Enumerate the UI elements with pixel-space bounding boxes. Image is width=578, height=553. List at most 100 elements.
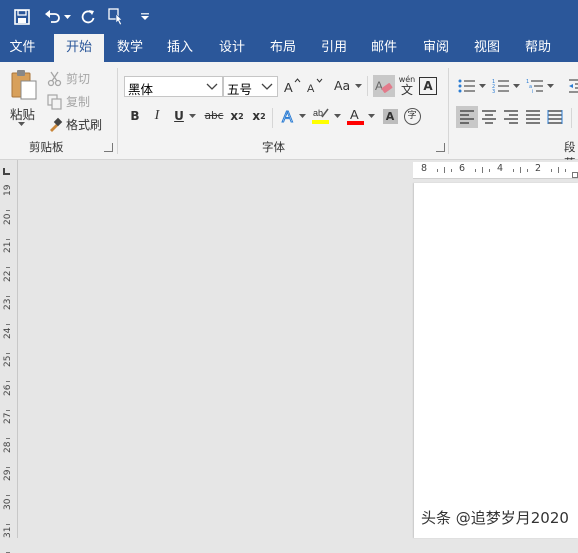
highlight-dropdown-icon[interactable] [332, 106, 342, 126]
ruler-tick [475, 169, 476, 172]
font-color-icon[interactable]: A [346, 106, 366, 126]
tab-file[interactable]: 文件 [0, 34, 45, 62]
ruler-number: 26 [3, 384, 13, 396]
align-left-icon[interactable] [456, 106, 478, 128]
italic-icon[interactable]: I [147, 106, 167, 126]
ruler-number: 28 [3, 441, 13, 453]
ruler-number: 2 [535, 163, 542, 174]
tab-review[interactable]: 审阅 [414, 34, 458, 62]
tab-math[interactable]: 数学 [108, 34, 152, 62]
ruler-number: 23 [3, 298, 13, 310]
ruler-tick [6, 523, 10, 525]
multilevel-list-icon[interactable]: 1ai [525, 76, 545, 96]
enclose-characters-icon[interactable]: 字 [402, 106, 422, 126]
chevron-down-icon [206, 83, 218, 90]
save-icon[interactable] [12, 7, 32, 27]
redo-icon[interactable] [78, 7, 98, 27]
change-case-label: Aa [334, 78, 351, 93]
highlight-icon[interactable]: ab [311, 106, 331, 126]
vertical-ruler[interactable]: 19 20 21 22 23 24 25 26 27 28 29 30 31 [0, 160, 18, 553]
superscript-icon[interactable]: x2 [249, 106, 269, 126]
subscript-icon[interactable]: x2 [227, 106, 247, 126]
ruler-tick [565, 169, 566, 172]
ruler-tick [6, 238, 10, 240]
tab-help[interactable]: 帮助 [516, 34, 560, 62]
format-painter-button[interactable]: 格式刷 [47, 116, 102, 133]
undo-icon[interactable] [42, 7, 64, 27]
strikethrough-icon[interactable]: abc [203, 106, 225, 126]
multilevel-list-dropdown-icon[interactable] [545, 76, 555, 96]
phonetic-char: 文 [400, 83, 413, 97]
decrease-indent-icon[interactable] [566, 76, 578, 96]
numbering-dropdown-icon[interactable] [511, 76, 521, 96]
ruler-tick [482, 167, 483, 173]
svg-text:3: 3 [492, 89, 495, 94]
undo-dropdown-icon[interactable] [63, 7, 71, 27]
clipboard-launcher-icon[interactable] [104, 143, 113, 152]
copy-button[interactable]: 复制 [47, 93, 90, 110]
text-effects-dropdown-icon[interactable] [297, 106, 307, 126]
document-page[interactable] [414, 183, 578, 538]
tab-home[interactable]: 开始 [54, 34, 104, 62]
tab-view[interactable]: 视图 [465, 34, 509, 62]
phonetic-guide-icon[interactable]: wén 文 [397, 74, 417, 98]
svg-text:A: A [282, 109, 293, 125]
cut-button[interactable]: 剪切 [47, 70, 90, 87]
ruler-number: 27 [3, 412, 13, 424]
numbering-icon[interactable]: 123 [491, 76, 511, 96]
font-name-combo[interactable]: 黑体 [124, 76, 223, 97]
horizontal-ruler[interactable]: 8 6 4 2 [413, 162, 578, 179]
clear-formatting-icon[interactable]: A [373, 75, 395, 97]
format-painter-icon [50, 117, 63, 132]
align-center-icon[interactable] [479, 107, 499, 127]
font-color-dropdown-icon[interactable] [366, 106, 376, 126]
text-effects-icon[interactable]: A [279, 106, 299, 126]
ruler-tick [558, 167, 559, 173]
tab-references[interactable]: 引用 [312, 34, 356, 62]
customize-toolbar-icon[interactable] [138, 7, 152, 27]
ruler-tick [6, 466, 10, 468]
shrink-font-icon[interactable]: A [305, 76, 325, 96]
ruler-tick [527, 169, 528, 172]
tab-design[interactable]: 设计 [210, 34, 254, 62]
bullets-dropdown-icon[interactable] [477, 76, 487, 96]
group-divider [448, 68, 449, 154]
change-case-button[interactable]: Aa [334, 78, 363, 93]
underline-icon[interactable]: U [169, 106, 189, 126]
divider [571, 108, 572, 128]
paste-dropdown-icon[interactable] [15, 120, 27, 128]
indent-marker-icon[interactable] [572, 172, 578, 178]
grow-font-icon[interactable]: A [282, 76, 302, 96]
ruler-number: 6 [459, 163, 466, 174]
ribbon: 粘贴 剪切 复制 格式刷 剪贴板 黑体 五号 A A Aa A wén 文 A … [0, 62, 578, 170]
ruler-tick [6, 210, 10, 211]
tab-mailings[interactable]: 邮件 [362, 34, 406, 62]
paste-icon[interactable] [10, 68, 38, 102]
font-launcher-icon[interactable] [436, 143, 445, 152]
align-right-icon[interactable] [501, 107, 521, 127]
font-size-combo[interactable]: 五号 [223, 76, 278, 97]
tab-layout[interactable]: 布局 [261, 34, 305, 62]
ruler-number: 4 [497, 163, 504, 174]
ruler-number: 30 [3, 498, 13, 510]
tab-selector-icon[interactable] [3, 168, 10, 175]
ruler-number: 21 [3, 241, 13, 253]
svg-text:A: A [350, 107, 359, 122]
font-name-value: 黑体 [128, 82, 154, 97]
ruler-number: 29 [3, 469, 13, 481]
justify-icon[interactable] [523, 107, 543, 127]
tab-insert[interactable]: 插入 [158, 34, 202, 62]
bold-icon[interactable]: B [125, 106, 145, 126]
divider [367, 76, 368, 96]
underline-dropdown-icon[interactable] [187, 106, 197, 126]
group-divider [117, 68, 118, 154]
character-shading-icon[interactable]: A [380, 106, 400, 126]
format-painter-label: 格式刷 [66, 118, 103, 132]
character-border-icon[interactable]: A [419, 77, 437, 95]
distributed-icon[interactable] [545, 107, 565, 127]
touch-mode-icon[interactable] [106, 7, 128, 27]
ruler-tick [444, 167, 445, 173]
bullets-icon[interactable] [457, 76, 477, 96]
ruler-number: 19 [3, 184, 13, 196]
svg-text:i: i [532, 89, 533, 94]
